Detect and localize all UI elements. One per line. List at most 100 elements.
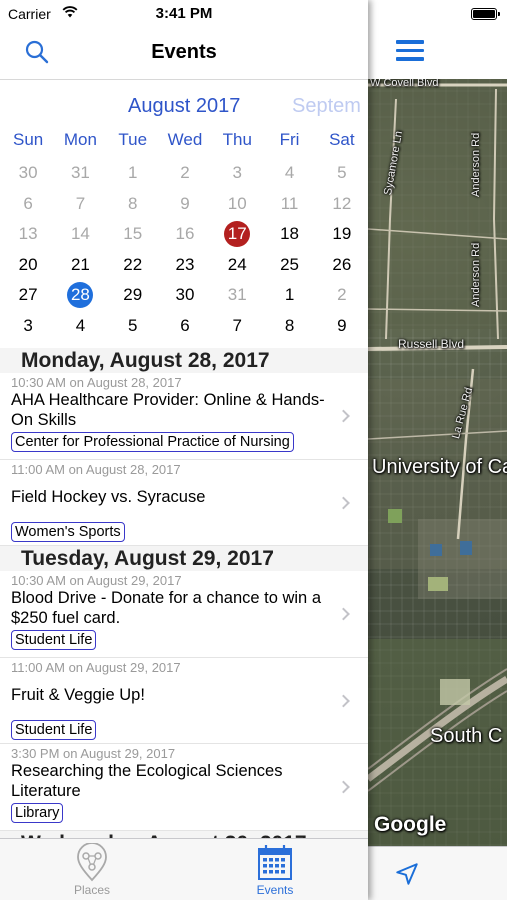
event-list[interactable]: Monday, August 28, 2017 10:30 AM on Augus… [0, 348, 368, 838]
date-section-header: Monday, August 28, 2017 [0, 348, 368, 373]
road-label-anderson-1: Anderson Rd [470, 132, 482, 197]
battery-icon [471, 8, 500, 20]
event-row[interactable]: 11:00 AM on August 29, 2017 Fruit & Veggi… [0, 658, 368, 744]
calendar-icon [258, 845, 292, 880]
calendar-day[interactable]: 9 [159, 191, 211, 222]
calendar-week: 30 31 1 2 3 4 5 [0, 160, 368, 191]
calendar-day[interactable]: 26 [316, 252, 368, 283]
chevron-right-icon [337, 409, 350, 423]
calendar-day[interactable]: 13 [2, 221, 54, 252]
calendar-day-selected[interactable]: 28 [54, 282, 106, 313]
chevron-right-icon [337, 780, 350, 794]
calendar-day[interactable]: 3 [211, 160, 263, 191]
calendar-day[interactable]: 4 [54, 313, 106, 344]
event-category-tag[interactable]: Student Life [11, 630, 97, 650]
calendar-day-today[interactable]: 17 [211, 221, 263, 252]
menu-icon[interactable] [396, 40, 424, 62]
calendar-day[interactable]: 7 [211, 313, 263, 344]
calendar-day[interactable]: 9 [316, 313, 368, 344]
calendar-day[interactable]: 30 [2, 160, 54, 191]
date-section-header: Tuesday, August 29, 2017 [0, 546, 368, 571]
calendar-day[interactable]: 18 [263, 221, 315, 252]
calendar: August 2017 Septem Sun Mon Tue Wed Thu Fri Sat… [0, 80, 368, 348]
satellite-map[interactable]: W Covell Blvd Sycamore Ln Anderson Rd An… [368, 79, 507, 846]
calendar-day[interactable]: 8 [107, 191, 159, 222]
calendar-day[interactable]: 14 [54, 221, 106, 252]
event-category-tag[interactable]: Library [11, 803, 64, 823]
event-row[interactable]: 11:00 AM on August 28, 2017 Field Hockey … [0, 460, 368, 546]
calendar-day[interactable]: 30 [159, 282, 211, 313]
calendar-week: 3456789 [0, 313, 368, 344]
map-toolbar [368, 846, 507, 900]
event-time: 10:30 AM on August 29, 2017 [11, 573, 182, 588]
month-title: August 2017 [128, 95, 241, 117]
calendar-day[interactable]: 11 [263, 191, 315, 222]
calendar-day[interactable]: 3 [2, 313, 54, 344]
chevron-right-icon [337, 496, 350, 509]
event-time: 10:30 AM on August 28, 2017 [11, 375, 182, 390]
calendar-day[interactable]: 31 [211, 282, 263, 313]
event-title: Fruit & Veggie Up! [11, 686, 145, 704]
calendar-day[interactable]: 25 [263, 252, 315, 283]
date-section-header: Wednesday, August 30, 2017 [0, 831, 368, 838]
calendar-day[interactable]: 15 [107, 221, 159, 252]
calendar-day[interactable]: 23 [159, 252, 211, 283]
campus-label: University of California, Davis [372, 456, 507, 478]
calendar-week: 13 14 15 16 17 18 19 [0, 221, 368, 252]
weekday-label: Sat [329, 130, 355, 149]
calendar-day[interactable]: 2 [159, 160, 211, 191]
calendar-day[interactable]: 1 [263, 282, 315, 313]
calendar-day[interactable]: 1 [107, 160, 159, 191]
app-root: W Covell Blvd Sycamore Ln Anderson Rd An… [0, 0, 507, 900]
calendar-day[interactable]: 27 [2, 282, 54, 313]
calendar-day[interactable]: 19 [316, 221, 368, 252]
events-panel: Carrier 3:41 PM Events August 2017 Septe… [0, 0, 368, 900]
chevron-right-icon [337, 694, 350, 707]
calendar-day[interactable]: 6 [159, 313, 211, 344]
event-title: Field Hockey vs. Syracuse [11, 488, 206, 506]
event-row[interactable]: 10:30 AM on August 29, 2017 Blood Drive -… [0, 571, 368, 658]
google-logo: Google [374, 813, 447, 836]
tab-events[interactable]: Events [230, 843, 320, 897]
calendar-day[interactable]: 4 [263, 160, 315, 191]
calendar-day[interactable]: 8 [263, 313, 315, 344]
calendar-week: 20 21 22 23 24 25 26 [0, 252, 368, 283]
next-month-peek[interactable]: Septem [292, 95, 361, 118]
calendar-day[interactable]: 21 [54, 252, 106, 283]
event-row[interactable]: 10:30 AM on August 28, 2017 AHA Healthcar… [0, 373, 368, 460]
calendar-day[interactable]: 7 [54, 191, 106, 222]
event-title: Blood Drive - Donate for a chance to win… [11, 589, 321, 627]
location-arrow-icon[interactable] [394, 861, 420, 887]
nav-bar: Events [0, 28, 368, 80]
map-panel: W Covell Blvd Sycamore Ln Anderson Rd An… [368, 0, 507, 900]
calendar-day[interactable]: 5 [316, 160, 368, 191]
calendar-day[interactable]: 2 [316, 282, 368, 313]
calendar-day[interactable]: 6 [2, 191, 54, 222]
weekday-label: Sun [13, 130, 44, 149]
weekday-row: Sun Mon Tue Wed Thu Fri Sat [0, 130, 368, 160]
event-category-tag[interactable]: Student Life [11, 720, 97, 740]
weekday-label: Mon [63, 130, 97, 149]
road-label-covell: W Covell Blvd [370, 79, 439, 89]
event-title: Researching the Ecological Sciences Lite… [11, 762, 283, 800]
calendar-day[interactable]: 31 [54, 160, 106, 191]
south-campus-label: South C of Univ Califo Da [430, 725, 507, 747]
event-title: AHA Healthcare Provider: Online & Hands-… [11, 391, 325, 429]
calendar-day[interactable]: 10 [211, 191, 263, 222]
status-bar-right [368, 0, 507, 28]
chevron-right-icon [337, 607, 350, 621]
calendar-day[interactable]: 24 [211, 252, 263, 283]
calendar-day[interactable]: 22 [107, 252, 159, 283]
tab-places[interactable]: Places [47, 843, 137, 897]
calendar-day[interactable]: 5 [107, 313, 159, 344]
calendar-day[interactable]: 29 [107, 282, 159, 313]
calendar-week: 6 7 8 9 10 11 12 [0, 191, 368, 222]
calendar-day[interactable]: 20 [2, 252, 54, 283]
event-category-tag[interactable]: Center for Professional Practice of Nurs… [11, 432, 294, 452]
calendar-day[interactable]: 12 [316, 191, 368, 222]
status-bar: Carrier 3:41 PM [0, 0, 368, 28]
event-row[interactable]: 3:30 PM on August 29, 2017 Researching th… [0, 744, 368, 831]
event-category-tag[interactable]: Women's Sports [11, 522, 125, 542]
calendar-day[interactable]: 16 [159, 221, 211, 252]
status-time: 3:41 PM [155, 5, 213, 22]
